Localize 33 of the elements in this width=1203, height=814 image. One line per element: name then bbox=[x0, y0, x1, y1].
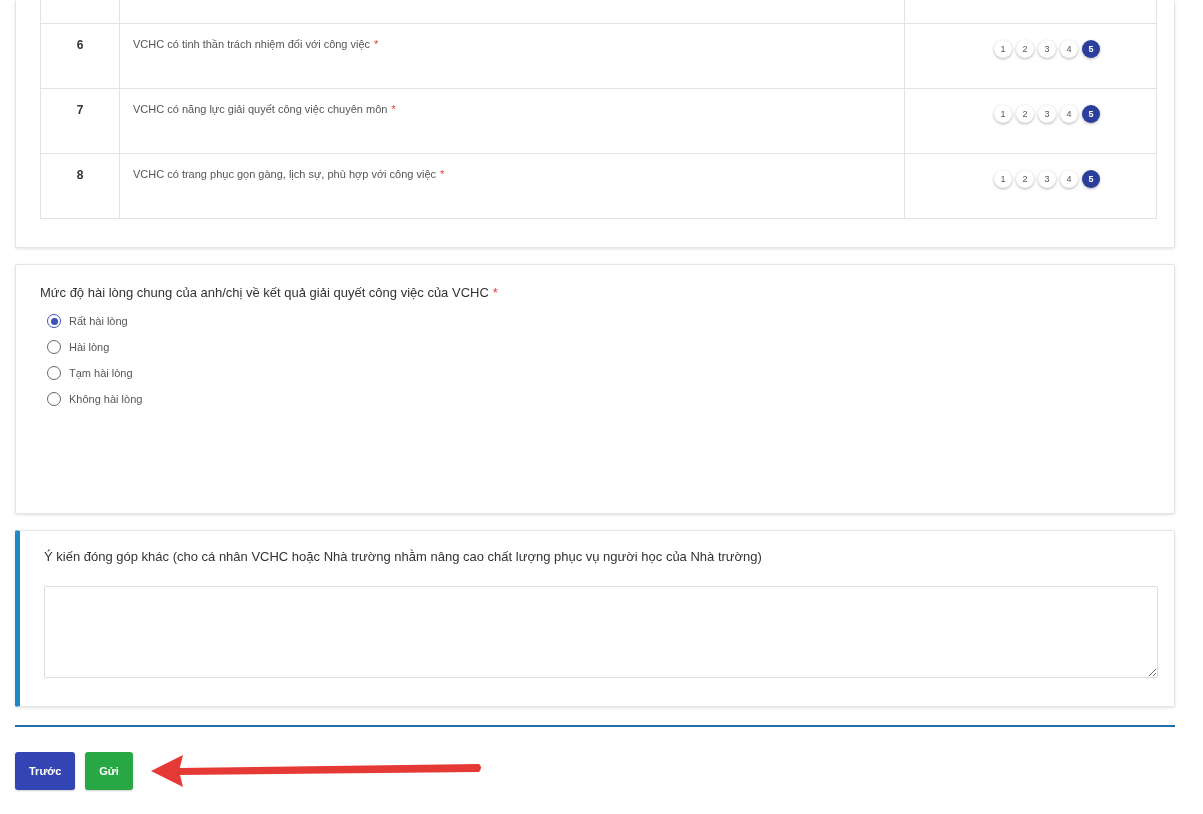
question-text: VCHC có trang phục gọn gàng, lịch sự, phù hợp với công việc bbox=[133, 168, 437, 180]
rating-option[interactable]: 2 bbox=[1016, 40, 1034, 58]
rating-option[interactable]: 5 bbox=[1082, 170, 1100, 188]
rating-option[interactable]: 4 bbox=[1060, 105, 1078, 123]
rating-option[interactable]: 2 bbox=[1016, 105, 1034, 123]
rating-option[interactable]: 5 bbox=[1082, 40, 1100, 58]
rating-option[interactable]: 4 bbox=[1060, 170, 1078, 188]
previous-button[interactable]: Trước bbox=[15, 752, 76, 790]
option-label: Rất hài lòng bbox=[69, 315, 128, 327]
option-label: Tạm hài lòng bbox=[69, 367, 133, 379]
rating-option[interactable]: 1 bbox=[994, 105, 1012, 123]
question-text: VCHC có năng lực giải quyết công việc chuyên môn bbox=[133, 103, 388, 115]
option-label: Hài lòng bbox=[69, 341, 110, 353]
rating-option[interactable]: 5 bbox=[1082, 105, 1100, 123]
rating-option[interactable]: 1 bbox=[994, 170, 1012, 188]
rating-option[interactable]: 4 bbox=[1060, 40, 1078, 58]
rating-option[interactable]: 3 bbox=[1038, 170, 1056, 188]
required-mark: * bbox=[440, 168, 445, 180]
rating-option[interactable]: 2 bbox=[1016, 170, 1034, 188]
question-title: Ý kiến đóng góp khác (cho cá nhân VCHC hoặc Nhà trường nhằm nâng cao chất lượng phục vụ người học của Nhà trường) bbox=[44, 549, 763, 564]
option-label: Không hài lòng bbox=[69, 393, 143, 405]
row-number: 8 bbox=[40, 153, 120, 219]
feedback-field[interactable] bbox=[44, 586, 1158, 678]
question-text: VCHC có tinh thần trách nhiệm đối với công việc bbox=[133, 38, 371, 50]
rating-option[interactable]: 3 bbox=[1038, 105, 1056, 123]
question-title: Mức độ hài lòng chung của anh/chị về kết quả giải quyết công việc của VCHC bbox=[40, 285, 489, 300]
row-number: 6 bbox=[40, 23, 120, 89]
rating-option[interactable]: 1 bbox=[994, 40, 1012, 58]
required-mark: * bbox=[391, 103, 396, 115]
required-mark: * bbox=[492, 285, 498, 300]
rating-option[interactable]: 3 bbox=[1038, 40, 1056, 58]
required-mark: * bbox=[374, 38, 379, 50]
row-number: 7 bbox=[40, 88, 120, 154]
